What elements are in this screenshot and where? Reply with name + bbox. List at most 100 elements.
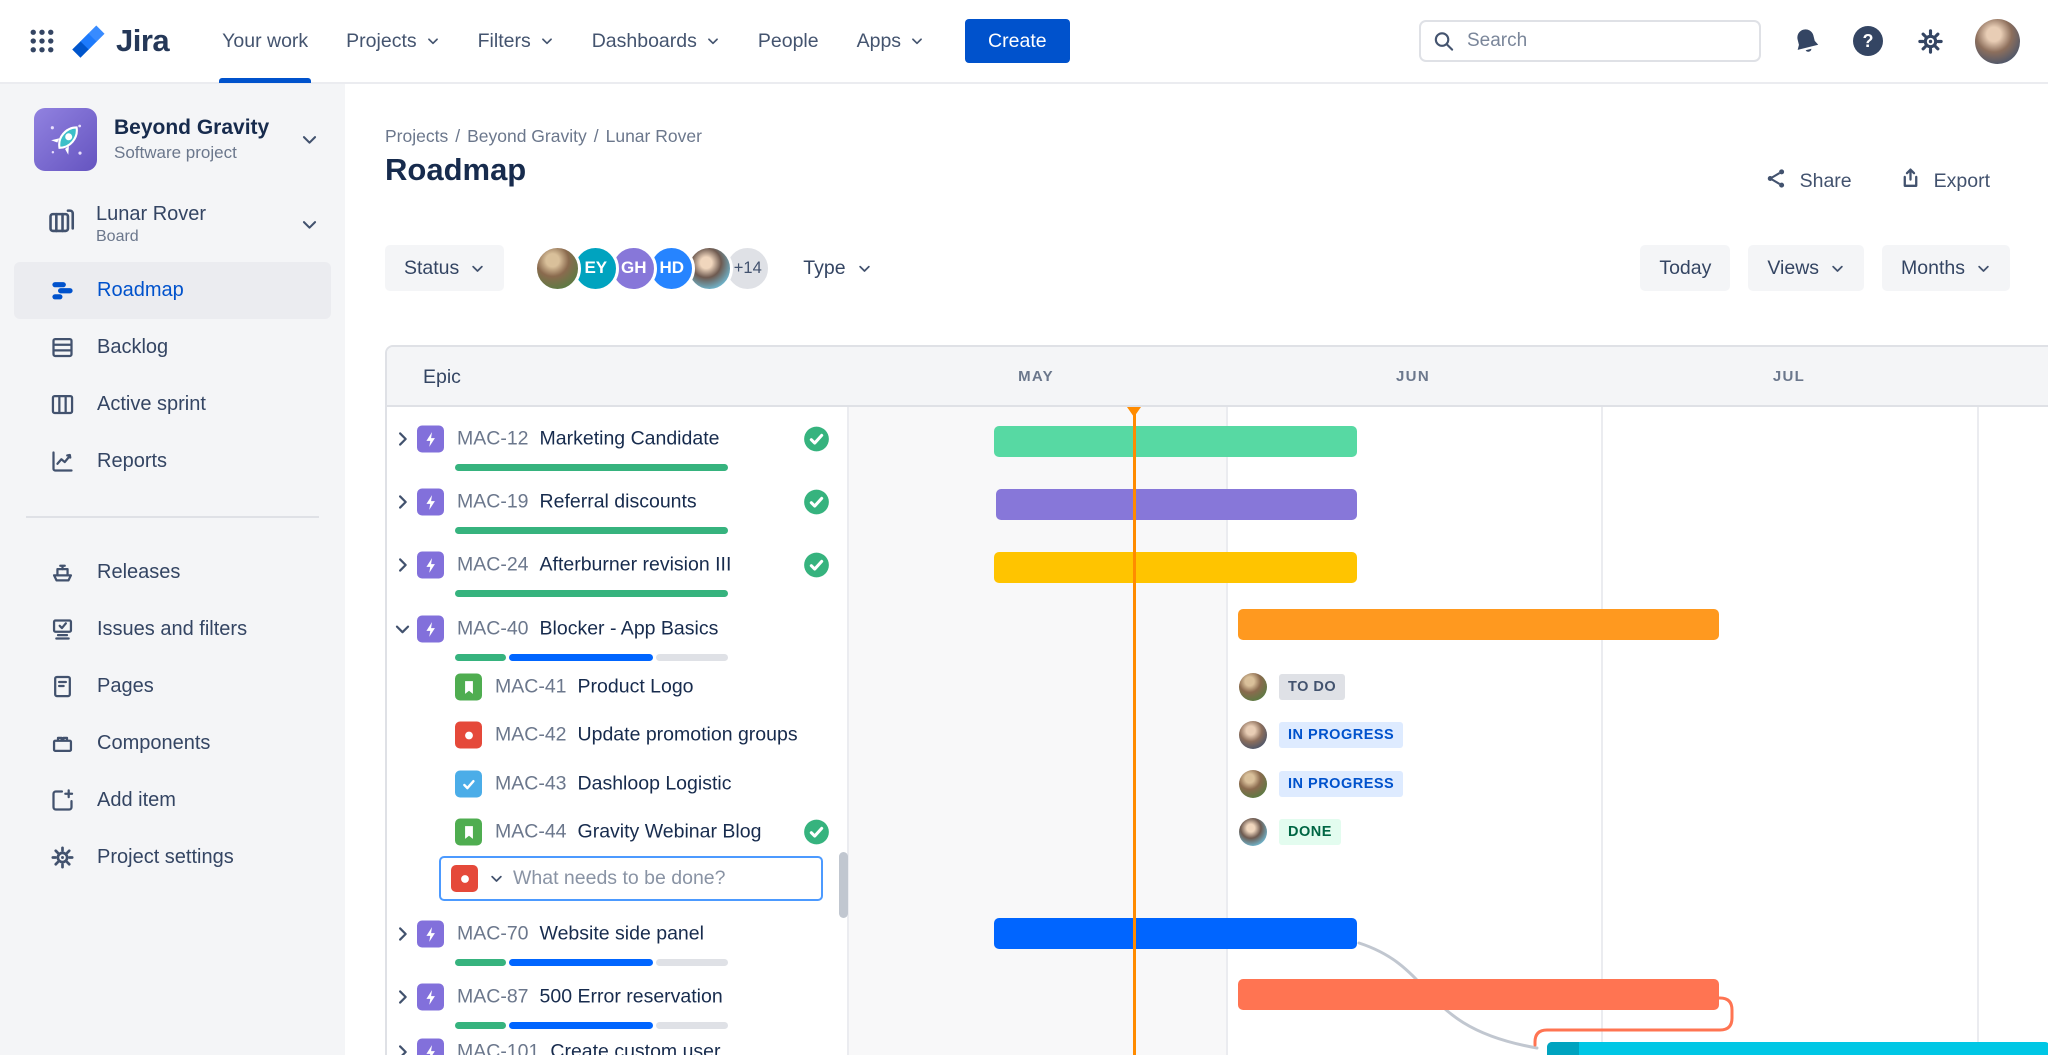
epic-progress-bar bbox=[455, 654, 728, 661]
assignee-avatar[interactable] bbox=[1239, 673, 1267, 701]
nav-item-people[interactable]: People bbox=[739, 0, 838, 83]
chevron-collapsed-icon[interactable] bbox=[387, 556, 417, 575]
sprint-cap bbox=[1547, 1042, 1579, 1055]
epic-row-mac-101: MAC-101 Create custom user bbox=[387, 1038, 847, 1055]
project-switcher[interactable]: Beyond Gravity Software project bbox=[34, 108, 319, 171]
chevron-collapsed-icon[interactable] bbox=[387, 1043, 417, 1055]
avatar-user-1[interactable] bbox=[534, 244, 582, 292]
user-avatar[interactable] bbox=[1975, 18, 2020, 64]
assignee-avatar[interactable] bbox=[1239, 770, 1267, 798]
done-check-icon bbox=[803, 552, 830, 579]
sidebar-item-releases[interactable]: Releases bbox=[0, 544, 345, 601]
project-settings-icon bbox=[48, 844, 76, 871]
active-sprint-icon bbox=[48, 391, 76, 418]
sidebar-item-label: Backlog bbox=[97, 336, 169, 358]
vertical-scrollbar-thumb[interactable] bbox=[839, 852, 848, 918]
sidebar-item-label: Roadmap bbox=[97, 279, 184, 301]
done-check-icon bbox=[803, 819, 830, 846]
issue-row-mac-44: MAC-44 Gravity Webinar Blog bbox=[387, 818, 847, 846]
issue-row-mac-41: MAC-41 Product Logo bbox=[387, 673, 847, 701]
timeline-bar-mac-12[interactable] bbox=[994, 426, 1357, 457]
timeline-bar-mac-87[interactable] bbox=[1238, 979, 1719, 1010]
sidebar-item-active-sprint[interactable]: Active sprint bbox=[0, 376, 345, 433]
progress-segment bbox=[508, 959, 653, 966]
nav-item-filters[interactable]: Filters bbox=[459, 0, 573, 83]
board-switcher[interactable]: Lunar Rover Board bbox=[46, 203, 319, 246]
epic-progress-bar bbox=[455, 959, 728, 966]
jira-roadmap-page: { "nav": { "app_name": "Jira", "items": … bbox=[0, 0, 2048, 1055]
sidebar-item-roadmap[interactable]: Roadmap bbox=[14, 262, 331, 319]
notifications-bell-icon[interactable] bbox=[1789, 24, 1823, 58]
project-avatar-rocket-icon bbox=[34, 108, 97, 171]
issue-name: Blocker - App Basics bbox=[539, 617, 719, 640]
sidebar-item-backlog[interactable]: Backlog bbox=[0, 319, 345, 376]
timeline-gridline bbox=[847, 347, 849, 1055]
chevron-down-icon bbox=[470, 261, 485, 276]
chevron-collapsed-icon[interactable] bbox=[387, 988, 417, 1007]
issue-name: Marketing Candidate bbox=[539, 427, 720, 450]
sidebar-item-reports[interactable]: Reports bbox=[0, 433, 345, 490]
app-switcher-icon[interactable] bbox=[28, 27, 56, 55]
timeline-bar-mac-40[interactable] bbox=[1238, 609, 1719, 640]
sidebar-item-pages[interactable]: Pages bbox=[0, 658, 345, 715]
timeline-bar-mac-19[interactable] bbox=[996, 489, 1357, 520]
nav-item-label: Dashboards bbox=[591, 29, 697, 52]
search-input[interactable] bbox=[1419, 20, 1761, 62]
app-name: Jira bbox=[116, 23, 170, 58]
bug-issue-type-icon bbox=[455, 721, 482, 749]
issue-type-selector-chevron-icon[interactable] bbox=[489, 871, 504, 886]
done-check-icon bbox=[803, 489, 830, 516]
share-button[interactable]: Share bbox=[1764, 166, 1852, 197]
type-filter-dropdown[interactable]: Type bbox=[803, 257, 871, 280]
sidebar-item-components[interactable]: Components bbox=[0, 715, 345, 772]
create-issue-input[interactable]: What needs to be done? bbox=[513, 867, 726, 890]
breadcrumb-link-beyond-gravity[interactable]: Beyond Gravity bbox=[467, 126, 587, 146]
epic-row-mac-70: MAC-70 Website side panel bbox=[387, 920, 847, 948]
months-label: Months bbox=[1901, 256, 1965, 279]
timeline-bar-mac-70[interactable] bbox=[994, 918, 1357, 949]
timeline-bar-mac-101[interactable] bbox=[1547, 1042, 2048, 1055]
sidebar-item-project-settings[interactable]: Project settings bbox=[0, 829, 345, 886]
nav-item-label: Filters bbox=[477, 29, 531, 52]
bug-issue-type-icon bbox=[451, 865, 478, 892]
board-name: Lunar Rover bbox=[96, 203, 207, 225]
issue-name: Gravity Webinar Blog bbox=[577, 820, 762, 843]
nav-item-dashboards[interactable]: Dashboards bbox=[573, 0, 739, 83]
timeline-bar-mac-24[interactable] bbox=[994, 552, 1357, 583]
views-label: Views bbox=[1767, 256, 1820, 279]
status-badge-in-progress: IN PROGRESS bbox=[1279, 722, 1404, 748]
breadcrumb-link-projects[interactable]: Projects bbox=[385, 126, 448, 146]
task-issue-type-icon bbox=[455, 770, 482, 798]
chevron-down-icon bbox=[910, 34, 924, 48]
assignee-avatar[interactable] bbox=[1239, 818, 1267, 846]
export-button[interactable]: Export bbox=[1898, 166, 1990, 197]
settings-gear-icon[interactable] bbox=[1913, 24, 1947, 58]
share-icon bbox=[1764, 166, 1789, 197]
progress-segment bbox=[655, 959, 728, 966]
views-dropdown[interactable]: Views bbox=[1748, 245, 1865, 291]
months-dropdown[interactable]: Months bbox=[1882, 245, 2010, 291]
sidebar-item-issues-and-filters[interactable]: Issues and filters bbox=[0, 601, 345, 658]
sidebar-item-add-item[interactable]: Add item bbox=[0, 772, 345, 829]
status-filter-dropdown[interactable]: Status bbox=[385, 245, 505, 291]
nav-item-your-work[interactable]: Your work bbox=[203, 0, 327, 83]
sidebar-menu-project: Releases Issues and filters Pages Component… bbox=[0, 544, 345, 886]
chevron-expanded-icon[interactable] bbox=[387, 620, 417, 639]
sidebar-item-label: Reports bbox=[97, 450, 168, 472]
jira-logo[interactable]: Jira bbox=[70, 22, 170, 60]
timeline-gridline bbox=[1977, 347, 1979, 1055]
chevron-collapsed-icon[interactable] bbox=[387, 493, 417, 512]
nav-item-apps[interactable]: Apps bbox=[838, 0, 943, 83]
today-button[interactable]: Today bbox=[1640, 245, 1731, 291]
create-button[interactable]: Create bbox=[965, 19, 1070, 63]
progress-segment bbox=[455, 654, 506, 661]
nav-item-projects[interactable]: Projects bbox=[327, 0, 458, 83]
chevron-down-icon bbox=[426, 34, 440, 48]
assignee-avatar[interactable] bbox=[1239, 721, 1267, 749]
chevron-collapsed-icon[interactable] bbox=[387, 430, 417, 449]
chevron-collapsed-icon[interactable] bbox=[387, 925, 417, 944]
help-icon[interactable]: ? bbox=[1851, 24, 1885, 58]
breadcrumb-link-lunar-rover[interactable]: Lunar Rover bbox=[606, 126, 702, 146]
add-item-icon bbox=[48, 787, 76, 814]
sidebar-item-label: Active sprint bbox=[97, 393, 206, 415]
